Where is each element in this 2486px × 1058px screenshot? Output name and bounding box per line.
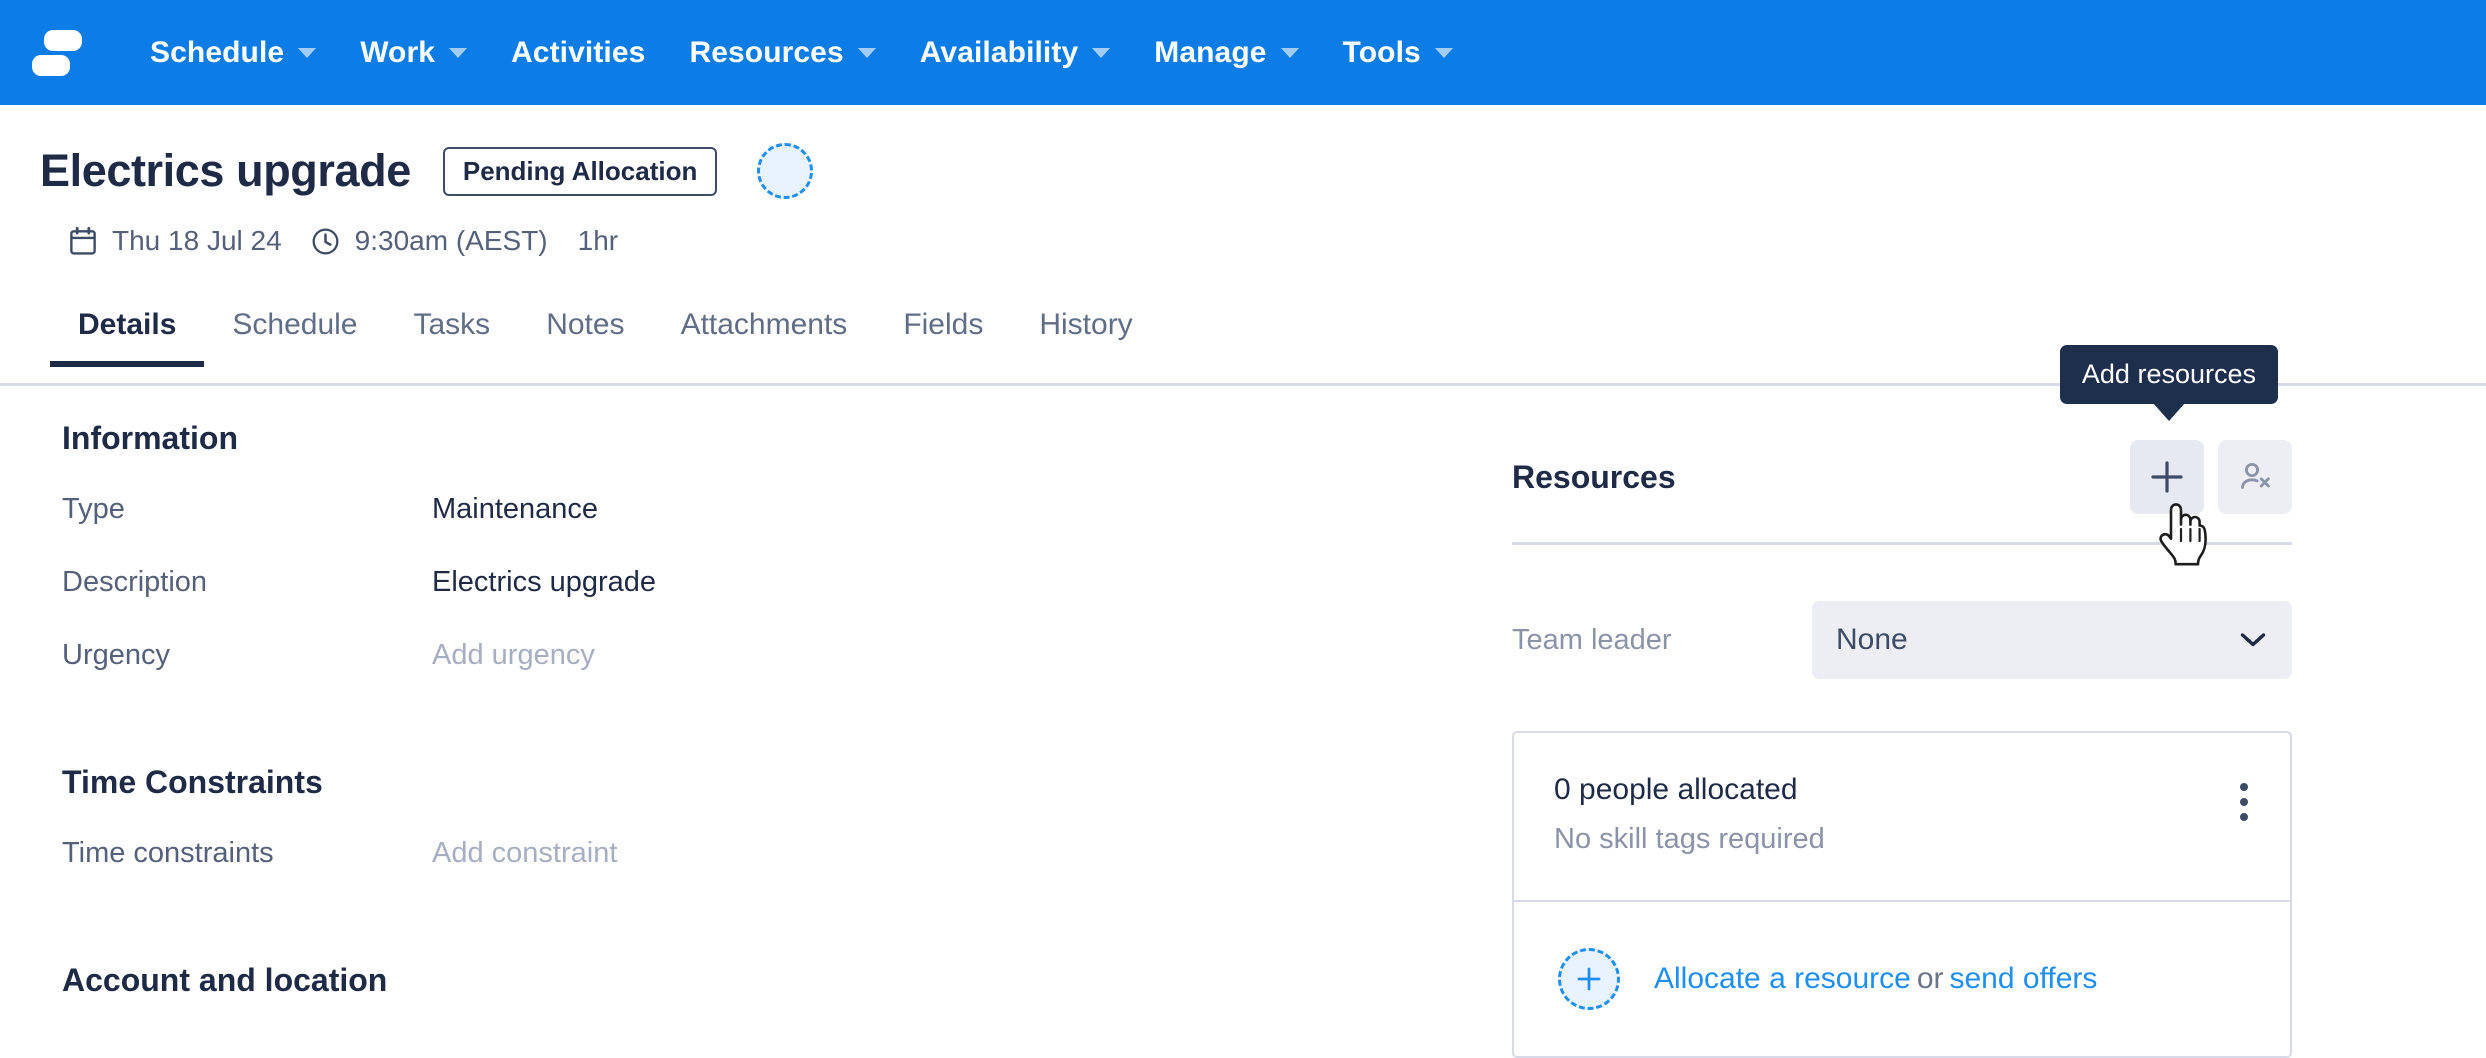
nav-label: Work — [360, 36, 435, 70]
chevron-down-icon — [1435, 48, 1453, 58]
field-time-constraints: Time constraints Add constraint — [62, 837, 1392, 870]
link-conjunction: or — [1917, 962, 1944, 995]
allocation-summary: 0 people allocated No skill tags require… — [1514, 733, 2290, 902]
kebab-dot — [2240, 813, 2248, 821]
allocate-resource-row: Allocate a resourceorsend offers — [1514, 902, 2290, 1056]
nav-item-availability[interactable]: Availability — [898, 0, 1132, 105]
chevron-down-icon — [2240, 632, 2266, 648]
kebab-dot — [2240, 783, 2248, 791]
people-allocated-count: 0 people allocated — [1554, 773, 1825, 807]
details-left-column: Information Type Maintenance Description… — [62, 420, 1392, 1035]
nav-item-manage[interactable]: Manage — [1132, 0, 1320, 105]
tab-history[interactable]: History — [1011, 300, 1160, 364]
time-constraints-heading: Time Constraints — [62, 764, 1392, 801]
top-navigation-bar: Schedule Work Activities Resources Avail… — [0, 0, 2486, 105]
allocate-links: Allocate a resourceorsend offers — [1654, 962, 2097, 996]
tab-fields[interactable]: Fields — [875, 300, 1011, 364]
status-badge: Pending Allocation — [443, 147, 717, 196]
chevron-down-icon — [298, 48, 316, 58]
tab-details[interactable]: Details — [50, 300, 204, 364]
nav-item-schedule[interactable]: Schedule — [128, 0, 338, 105]
job-duration-label: 1hr — [578, 225, 618, 257]
skedulo-logo[interactable] — [32, 28, 82, 78]
plus-icon — [2149, 459, 2185, 495]
resources-heading: Resources — [1512, 459, 1676, 496]
skill-tags-status: No skill tags required — [1554, 823, 1825, 856]
field-label: Time constraints — [62, 837, 432, 870]
chevron-down-icon — [1281, 48, 1299, 58]
resources-panel: Resources Add resources Team leader None — [1512, 440, 2292, 1058]
remove-resources-button[interactable] — [2218, 440, 2292, 514]
job-meta-row: Thu 18 Jul 24 9:30am (AEST) 1hr — [0, 225, 2486, 257]
title-row: Electrics upgrade Pending Allocation — [0, 105, 2486, 199]
nav-item-tools[interactable]: Tools — [1321, 0, 1475, 105]
field-description: Description Electrics upgrade — [62, 566, 1392, 599]
tab-notes[interactable]: Notes — [518, 300, 652, 364]
field-label: Description — [62, 566, 432, 599]
job-date-label: Thu 18 Jul 24 — [112, 225, 282, 257]
tab-schedule[interactable]: Schedule — [204, 300, 385, 364]
nav-label: Availability — [920, 36, 1078, 70]
kebab-menu-icon[interactable] — [2232, 773, 2256, 831]
allocation-text-block: 0 people allocated No skill tags require… — [1554, 773, 1825, 856]
nav-label: Manage — [1154, 36, 1266, 70]
field-value[interactable]: Maintenance — [432, 493, 598, 526]
nav-item-activities[interactable]: Activities — [489, 0, 667, 105]
send-offers-link[interactable]: send offers — [1950, 962, 2098, 995]
information-heading: Information — [62, 420, 1392, 457]
add-urgency-link[interactable]: Add urgency — [432, 639, 595, 672]
job-duration: 1hr — [578, 225, 618, 257]
job-time-label: 9:30am (AEST) — [355, 225, 548, 257]
add-resources-button[interactable] — [2130, 440, 2204, 514]
resources-header: Resources Add resources — [1512, 440, 2292, 545]
team-leader-select[interactable]: None — [1812, 601, 2292, 679]
team-leader-value: None — [1836, 623, 1908, 657]
allocate-a-resource-link[interactable]: Allocate a resource — [1654, 962, 1911, 995]
job-time: 9:30am (AEST) — [312, 225, 548, 257]
unassigned-avatar-placeholder[interactable] — [757, 143, 813, 199]
job-header: Electrics upgrade Pending Allocation Thu… — [0, 105, 2486, 257]
clock-icon — [312, 228, 339, 255]
nav-label: Resources — [689, 36, 843, 70]
person-remove-icon — [2236, 458, 2274, 496]
plus-circle-icon[interactable] — [1558, 948, 1620, 1010]
field-urgency: Urgency Add urgency — [62, 639, 1392, 672]
chevron-down-icon — [1092, 48, 1110, 58]
kebab-dot — [2240, 798, 2248, 806]
plus-icon — [1576, 966, 1602, 992]
chevron-down-icon — [858, 48, 876, 58]
nav-item-work[interactable]: Work — [338, 0, 489, 105]
nav-item-resources[interactable]: Resources — [667, 0, 897, 105]
calendar-icon — [70, 227, 96, 255]
account-and-location-heading: Account and location — [62, 962, 1392, 999]
nav-label: Tools — [1343, 36, 1421, 70]
tab-tasks[interactable]: Tasks — [386, 300, 519, 364]
team-leader-label: Team leader — [1512, 624, 1812, 657]
nav-label: Activities — [511, 36, 645, 70]
add-resources-tooltip: Add resources — [2060, 345, 2278, 404]
page-title: Electrics upgrade — [40, 145, 411, 197]
field-label: Type — [62, 493, 432, 526]
add-constraint-link[interactable]: Add constraint — [432, 837, 617, 870]
logo-pill-top — [44, 30, 82, 51]
field-value[interactable]: Electrics upgrade — [432, 566, 656, 599]
resources-actions: Add resources — [2130, 440, 2292, 514]
field-label: Urgency — [62, 639, 432, 672]
tab-attachments[interactable]: Attachments — [653, 300, 876, 364]
team-leader-row: Team leader None — [1512, 601, 2292, 679]
nav-label: Schedule — [150, 36, 284, 70]
job-date: Thu 18 Jul 24 — [70, 225, 282, 257]
field-type: Type Maintenance — [62, 493, 1392, 526]
logo-pill-bottom — [32, 55, 70, 76]
chevron-down-icon — [449, 48, 467, 58]
allocation-card: 0 people allocated No skill tags require… — [1512, 731, 2292, 1058]
